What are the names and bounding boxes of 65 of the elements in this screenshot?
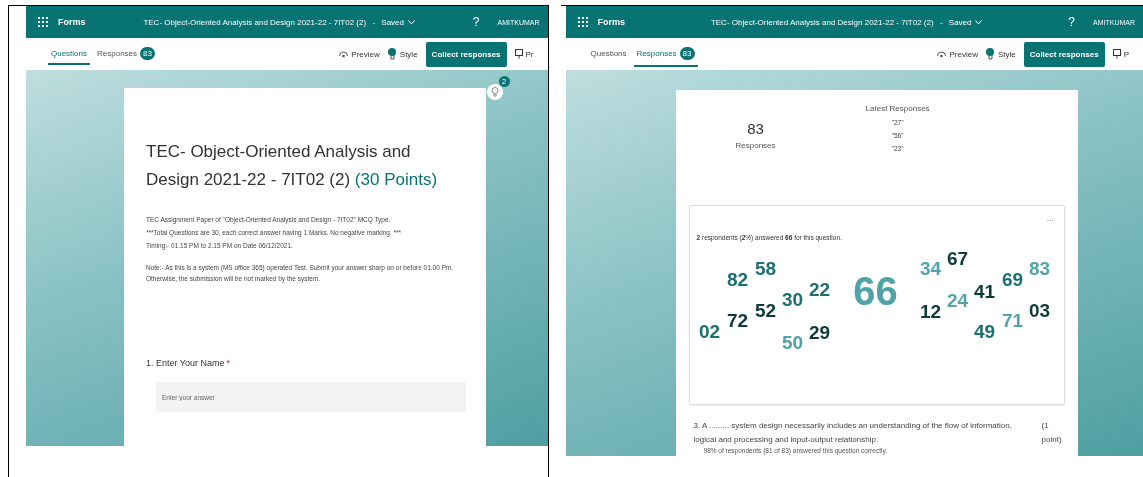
- app-launcher-icon[interactable]: [38, 17, 48, 27]
- style-button[interactable]: Style: [387, 48, 418, 60]
- chevron-down-icon[interactable]: [408, 19, 415, 25]
- word-cloud-word: 67: [946, 248, 969, 268]
- word-cloud-word: 02: [698, 321, 721, 341]
- word-cloud-word: 82: [726, 269, 749, 289]
- ideas-button[interactable]: [486, 84, 503, 100]
- form-title-header: TEC- Object-Oriented Analysis and Design 2021-22 - 7IT02 (2): [143, 17, 367, 27]
- preview-button[interactable]: Preview: [937, 49, 978, 59]
- word-cloud-word: 12: [919, 301, 942, 321]
- word-cloud-word: 34: [919, 258, 942, 278]
- eye-icon: [937, 50, 947, 58]
- lightbulb-icon: [490, 87, 499, 97]
- collect-responses-button[interactable]: Collect responses: [1023, 41, 1105, 67]
- tab[interactable]: Questions: [587, 43, 630, 65]
- word-cloud-word: 29: [808, 322, 831, 342]
- count-badge: 83: [679, 47, 695, 60]
- help-button[interactable]: ?: [1068, 15, 1075, 29]
- monitor-icon: [514, 49, 523, 59]
- word-cloud-word: 71: [1001, 310, 1024, 330]
- response-count: 83: [746, 120, 765, 137]
- word-cloud-word: 52: [754, 300, 777, 320]
- word-cloud-word: 41: [973, 281, 996, 301]
- word-cloud-word: 50: [781, 332, 804, 352]
- latest-responses-label: Latest Responses: [865, 104, 930, 113]
- word-cloud-word: 58: [754, 258, 777, 278]
- question-points: (1 point): [1041, 420, 1063, 446]
- app-name: Forms: [58, 17, 86, 27]
- word-cloud-word: 22: [808, 279, 831, 299]
- response-count-label: Responses: [735, 141, 776, 150]
- eye-icon: [339, 50, 349, 58]
- separator: -: [372, 17, 376, 27]
- tab[interactable]: Responses 83: [94, 41, 158, 67]
- word-cloud-word: 69: [1001, 269, 1024, 289]
- word-cloud-word: 66: [853, 271, 898, 311]
- collect-responses-button[interactable]: Collect responses: [425, 41, 507, 67]
- chevron-down-icon[interactable]: [975, 19, 983, 25]
- count-badge: 83: [140, 47, 155, 60]
- present-button[interactable]: P: [1112, 49, 1129, 59]
- app-launcher-icon[interactable]: [577, 17, 588, 27]
- more-menu[interactable]: ...: [1046, 214, 1054, 223]
- tab[interactable]: Responses 83: [633, 41, 698, 67]
- monitor-icon: [1112, 49, 1121, 59]
- help-button[interactable]: ?: [472, 15, 480, 29]
- word-cloud-word: 24: [946, 290, 969, 310]
- points-label: (30 Points): [354, 170, 438, 189]
- preview-button[interactable]: Preview: [339, 49, 380, 59]
- word-cloud-word: 49: [973, 321, 996, 341]
- app-name: Forms: [597, 17, 626, 27]
- word-cloud-word: 72: [726, 310, 749, 330]
- notification-badge: 2: [498, 76, 510, 87]
- tab[interactable]: Questions: [48, 43, 91, 65]
- word-cloud-word: 30: [781, 289, 804, 309]
- separator: -: [939, 17, 943, 27]
- save-status: Saved: [948, 17, 972, 27]
- question-label: 1. Enter Your Name *: [146, 358, 232, 368]
- word-cloud-word: 03: [1028, 300, 1051, 320]
- required-marker: *: [226, 358, 231, 368]
- form-title-header: TEC- Object-Oriented Analysis and Design 2021-22 - 7IT02 (2): [710, 17, 934, 27]
- present-button[interactable]: Pr: [514, 49, 534, 59]
- question-text: 3. A ......... system design necessarily includes an understanding of the flow of information, logical and processing and input-output relationship.: [693, 420, 1013, 446]
- form-title: TEC- Object-Oriented Analysis and Design 2021-22 - 7IT02 (2) (30 Points): [146, 141, 439, 191]
- word-cloud-word: 83: [1028, 258, 1051, 278]
- save-status: Saved: [381, 17, 404, 27]
- style-button[interactable]: Style: [985, 48, 1016, 60]
